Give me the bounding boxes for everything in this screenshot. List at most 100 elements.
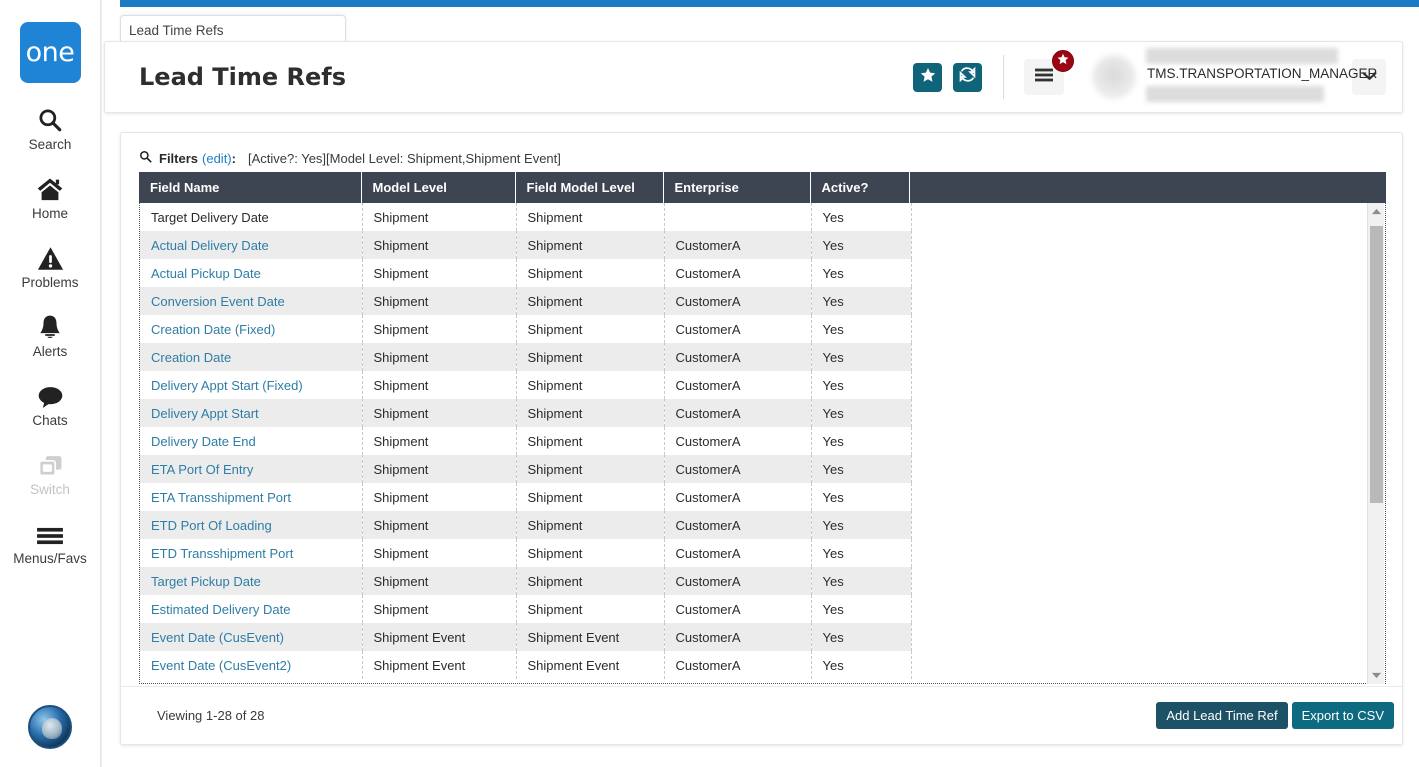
- cell-field-name[interactable]: Creation Date: [140, 343, 362, 371]
- cell-field-model-level: Shipment: [516, 427, 664, 455]
- sidebar-item-chats[interactable]: Chats: [0, 380, 100, 428]
- sidebar-item-home[interactable]: Home: [0, 173, 100, 221]
- app-logo[interactable]: one: [20, 22, 81, 83]
- favorite-button[interactable]: [913, 63, 942, 92]
- table-row[interactable]: Delivery Appt StartShipmentShipmentCusto…: [140, 399, 911, 427]
- cell-field-name[interactable]: Actual Delivery Date: [140, 231, 362, 259]
- cell-field-name-text[interactable]: Delivery Appt Start (Fixed): [151, 378, 303, 393]
- cell-active-text: Yes: [823, 602, 844, 617]
- add-lead-time-ref-button[interactable]: Add Lead Time Ref: [1156, 702, 1287, 729]
- table-row[interactable]: ETA Port Of EntryShipmentShipmentCustome…: [140, 455, 911, 483]
- cell-field-name-text[interactable]: Event Date (CusEvent): [151, 630, 284, 645]
- table-body-rows: Target Delivery DateShipmentShipmentYesA…: [140, 203, 911, 679]
- cell-active-text: Yes: [823, 266, 844, 281]
- scroll-down-arrow[interactable]: [1368, 667, 1385, 684]
- cell-field-name[interactable]: ETD Transshipment Port: [140, 539, 362, 567]
- cell-active-text: Yes: [823, 518, 844, 533]
- cell-field-name-text[interactable]: Creation Date (Fixed): [151, 322, 275, 337]
- column-header-active[interactable]: Active?: [810, 172, 909, 203]
- cell-model-level-text: Shipment: [374, 546, 429, 561]
- cell-field-name[interactable]: Target Pickup Date: [140, 567, 362, 595]
- cell-field-name[interactable]: Delivery Appt Start (Fixed): [140, 371, 362, 399]
- cell-model-level-text: Shipment: [374, 574, 429, 589]
- column-header-field-model-level[interactable]: Field Model Level: [515, 172, 663, 203]
- cell-field-name-text[interactable]: ETA Port Of Entry: [151, 462, 253, 477]
- column-header-model-level[interactable]: Model Level: [361, 172, 515, 203]
- cell-field-name-text[interactable]: Actual Delivery Date: [151, 238, 269, 253]
- cell-field-name-text[interactable]: ETD Transshipment Port: [151, 546, 293, 561]
- table-row[interactable]: Event Date (CusEvent)Shipment EventShipm…: [140, 623, 911, 651]
- cell-field-name-text[interactable]: Event Date (CusEvent2): [151, 658, 291, 673]
- cell-enterprise-text: CustomerA: [676, 294, 741, 309]
- cell-field-name[interactable]: Creation Date (Fixed): [140, 315, 362, 343]
- cell-field-name[interactable]: Event Date (CusEvent): [140, 623, 362, 651]
- table-row[interactable]: Target Pickup DateShipmentShipmentCustom…: [140, 567, 911, 595]
- cell-field-name[interactable]: Estimated Delivery Date: [140, 595, 362, 623]
- column-header-field-name[interactable]: Field Name: [139, 172, 361, 203]
- cell-model-level: Shipment: [362, 287, 516, 315]
- cell-field-name[interactable]: Conversion Event Date: [140, 287, 362, 315]
- avatar[interactable]: [1092, 55, 1136, 99]
- hamburger-icon: [1034, 67, 1054, 88]
- cell-field-name[interactable]: Event Date (CusEvent2): [140, 651, 362, 679]
- cell-field-name[interactable]: Delivery Appt Start: [140, 399, 362, 427]
- cell-field-name-text[interactable]: Actual Pickup Date: [151, 266, 261, 281]
- column-header-enterprise[interactable]: Enterprise: [663, 172, 810, 203]
- sidebar-item-problems[interactable]: Problems: [0, 242, 100, 290]
- export-to-csv-button[interactable]: Export to CSV: [1292, 702, 1394, 729]
- table-row[interactable]: Creation Date (Fixed)ShipmentShipmentCus…: [140, 315, 911, 343]
- cell-field-name[interactable]: Delivery Date End: [140, 427, 362, 455]
- cell-enterprise: CustomerA: [664, 567, 811, 595]
- table-row[interactable]: Conversion Event Date Shipment Shipment Cus…: [140, 287, 911, 315]
- cell-active-text: Yes: [823, 434, 844, 449]
- cell-model-level-text: Shipment: [374, 294, 429, 309]
- cell-field-name[interactable]: ETD Port Of Loading: [140, 511, 362, 539]
- table-row[interactable]: Event Date (CusEvent2)Shipment EventShip…: [140, 651, 911, 679]
- cell-enterprise-text: CustomerA: [676, 574, 741, 589]
- table-row[interactable]: ETA Transshipment PortShipmentShipmentCu…: [140, 483, 911, 511]
- cell-field-name-text[interactable]: Creation Date: [151, 350, 231, 365]
- cell-field-name-text[interactable]: Estimated Delivery Date: [151, 602, 290, 617]
- cell-model-level-text: Shipment: [374, 322, 429, 337]
- cell-field-name-text[interactable]: Target Pickup Date: [151, 574, 261, 589]
- top-accent-bar: [120, 0, 1419, 7]
- cell-field-name[interactable]: ETA Transshipment Port: [140, 483, 362, 511]
- sidebar-item-menus-favs[interactable]: Menus/Favs: [0, 518, 100, 566]
- table-row[interactable]: Delivery Appt Start (Fixed)ShipmentShipm…: [140, 371, 911, 399]
- cell-field-name-text[interactable]: Delivery Appt Start: [151, 406, 259, 421]
- table-row[interactable]: ETD Port Of LoadingShipmentShipmentCusto…: [140, 511, 911, 539]
- filters-edit-link[interactable]: (edit): [202, 151, 232, 166]
- cell-field-model-level-text: Shipment: [528, 294, 583, 309]
- table-row[interactable]: Target Delivery DateShipmentShipmentYes: [140, 203, 911, 231]
- sidebar-item-search[interactable]: Search: [0, 104, 100, 152]
- cell-enterprise: CustomerA: [664, 287, 811, 315]
- cell-enterprise: CustomerA: [664, 315, 811, 343]
- cell-model-level: Shipment: [362, 399, 516, 427]
- sidebar-user-avatar[interactable]: [28, 705, 72, 749]
- table-row[interactable]: Actual Pickup DateShipmentShipmentCustom…: [140, 259, 911, 287]
- table-row[interactable]: Delivery Date EndShipmentShipmentCustome…: [140, 427, 911, 455]
- cell-field-name-text[interactable]: Conversion Event Date: [151, 294, 285, 309]
- cell-enterprise: CustomerA: [664, 595, 811, 623]
- table-row[interactable]: Creation DateShipmentShipmentCustomerAYe…: [140, 343, 911, 371]
- sidebar-item-alerts[interactable]: Alerts: [0, 311, 100, 359]
- cell-enterprise-text: CustomerA: [676, 658, 741, 673]
- sidebar-item-label: Switch: [30, 482, 70, 497]
- scroll-up-arrow[interactable]: [1368, 203, 1384, 220]
- menu-button[interactable]: [1024, 59, 1064, 95]
- cell-field-name[interactable]: ETA Port Of Entry: [140, 455, 362, 483]
- table-row[interactable]: ETD Transshipment PortShipmentShipmentCu…: [140, 539, 911, 567]
- scrollbar-thumb[interactable]: [1370, 226, 1383, 503]
- table-row[interactable]: Estimated Delivery DateShipmentShipmentC…: [140, 595, 911, 623]
- cell-enterprise: CustomerA: [664, 539, 811, 567]
- sidebar-item-switch[interactable]: Switch: [0, 449, 100, 497]
- table-row[interactable]: Actual Delivery DateShipmentShipmentCust…: [140, 231, 911, 259]
- cell-enterprise: CustomerA: [664, 511, 811, 539]
- refresh-button[interactable]: [953, 63, 982, 92]
- cell-field-name[interactable]: Actual Pickup Date: [140, 259, 362, 287]
- cell-field-name-text[interactable]: ETA Transshipment Port: [151, 490, 291, 505]
- cell-field-name-text[interactable]: ETD Port Of Loading: [151, 518, 272, 533]
- table-vertical-scrollbar[interactable]: [1367, 203, 1384, 684]
- cell-active: Yes: [811, 427, 911, 455]
- cell-field-name-text[interactable]: Delivery Date End: [151, 434, 256, 449]
